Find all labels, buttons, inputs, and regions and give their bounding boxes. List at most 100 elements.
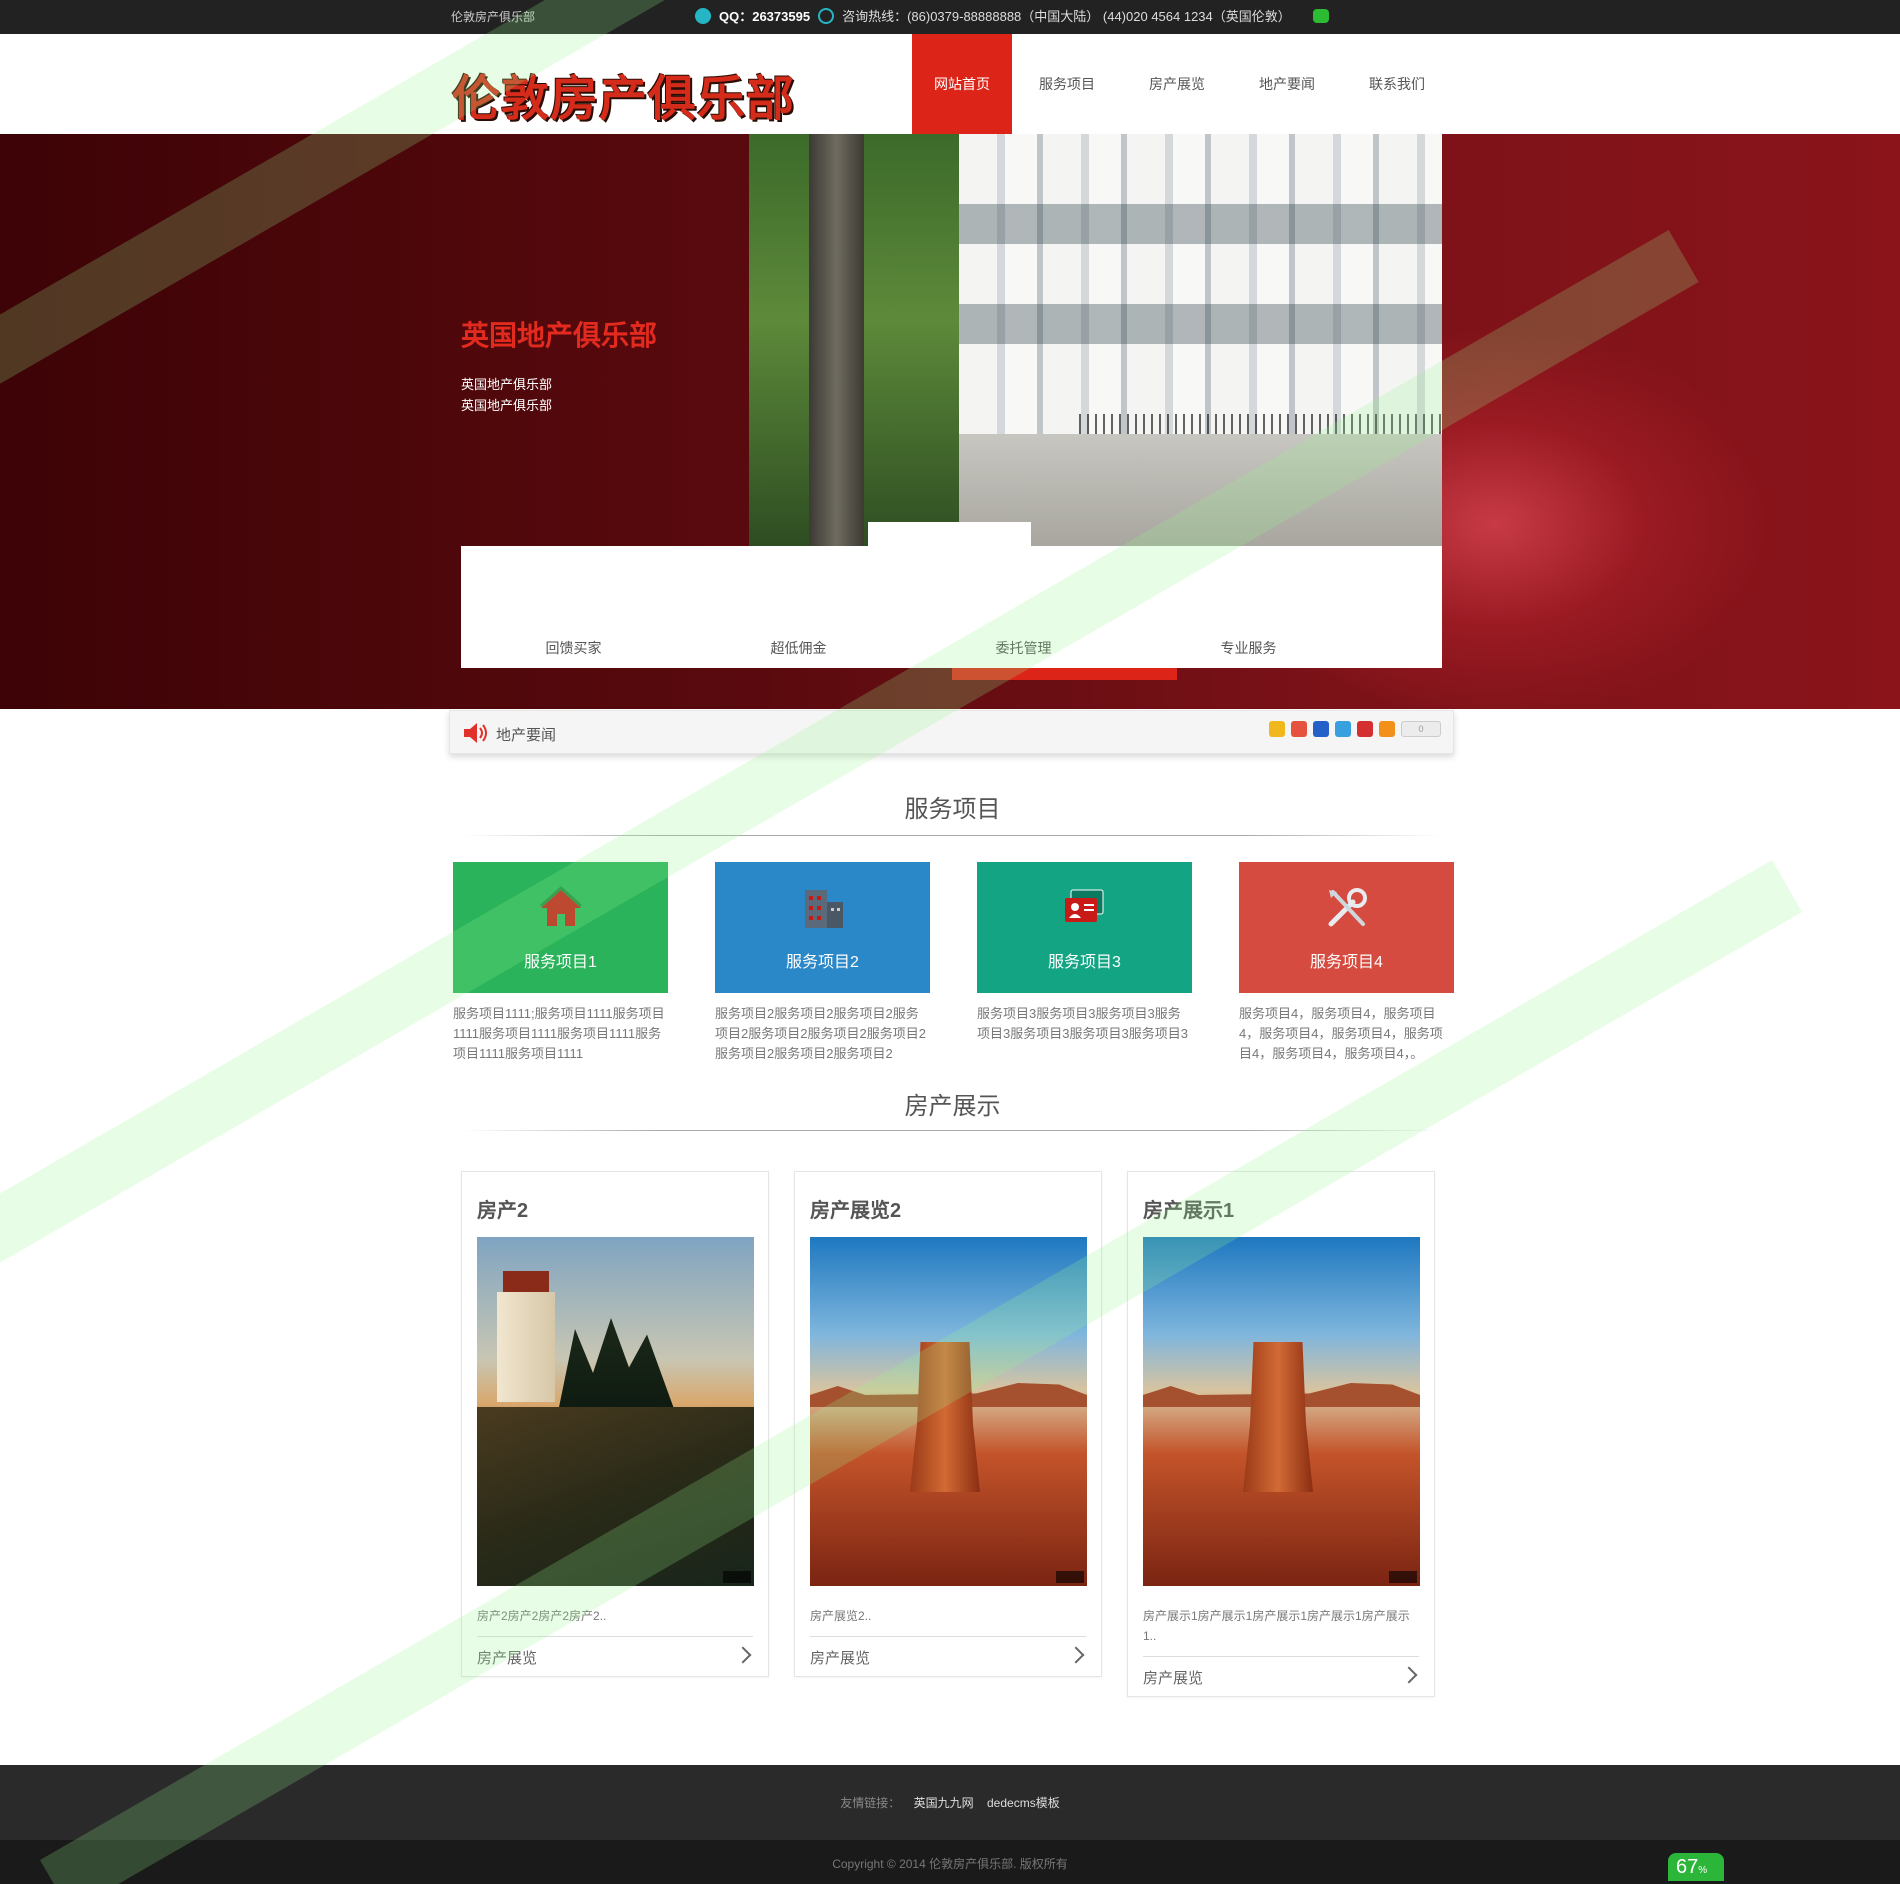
service-label: 服务项目1 — [524, 954, 597, 971]
photo-mesa — [910, 1342, 980, 1492]
renren-icon[interactable] — [1357, 721, 1373, 737]
qq-number[interactable]: QQ：26373595 — [719, 6, 810, 25]
property-card-title[interactable]: 房产展示1 — [1143, 1194, 1434, 1223]
top-bar-site-name: 伦敦房产俱乐部 — [451, 10, 536, 24]
feature-tabs: 回馈买家 超低佣金 委托管理 专业服务 — [461, 628, 1442, 668]
lighthouse-photo[interactable] — [477, 1237, 754, 1586]
property-card-desc: 房产展览2.. — [810, 1609, 872, 1623]
feature-tabs-panel: 回馈买家 超低佣金 委托管理 专业服务 — [461, 546, 1442, 668]
chevron-right-icon[interactable] — [1067, 1646, 1085, 1664]
nav-item-services[interactable]: 服务项目 — [1012, 34, 1122, 134]
property-card-title[interactable]: 房产展览2 — [810, 1194, 1101, 1223]
house-icon — [539, 885, 582, 926]
property-card-footer[interactable]: 房产展览 — [810, 1636, 1086, 1676]
photo-cliff — [477, 1407, 754, 1586]
service-desc-4: 服务项目4，服务项目4，服务项目4，服务项目4，服务项目4，服务项目4，服务项目… — [1239, 1006, 1443, 1061]
friend-links: 友情链接： 英国九九网 dedecms模板 — [0, 1794, 1900, 1811]
friend-links-label: 友情链接： — [840, 1796, 901, 1810]
service-card-2[interactable]: 服务项目2 — [715, 862, 930, 993]
property-card-1[interactable]: 房产2 房产2房产2房产2房产2.. 房产展览 — [461, 1171, 769, 1677]
service-card-1[interactable]: 服务项目1 — [453, 862, 668, 993]
active-feature-indicator — [952, 668, 1177, 680]
property-card-2[interactable]: 房产展览2 房产展览2.. 房产展览 — [794, 1171, 1102, 1677]
service-label: 服务项目2 — [786, 954, 859, 971]
wechat-icon[interactable] — [1312, 8, 1329, 23]
property-card-3[interactable]: 房产展示1 房产展示1房产展示1房产展示1房产展示1房产展示1.. 房产展览 — [1127, 1171, 1435, 1697]
photo-trees — [557, 1318, 677, 1417]
hero-banner: 英国地产俱乐部 英国地产俱乐部 英国地产俱乐部 回馈买家 超低佣金 委托管理 专… — [0, 134, 1900, 709]
copyright-text: Copyright © 2014 伦敦房产俱乐部. 版权所有 — [832, 1857, 1068, 1871]
feature-tab-buyer-rewards[interactable]: 回馈买家 — [461, 628, 686, 668]
banner-sub-line: 英国地产俱乐部 — [461, 398, 553, 413]
service-card-3[interactable]: 服务项目3 — [977, 862, 1192, 993]
banner-house-photo[interactable] — [749, 134, 1442, 546]
footer-copyright-bar: Copyright © 2014 伦敦房产俱乐部. 版权所有 — [0, 1840, 1900, 1884]
share-count: 0 — [1401, 721, 1441, 737]
desert-mesa-photo[interactable] — [1143, 1237, 1420, 1586]
top-bar: 伦敦房产俱乐部 QQ：26373595 咨询热线：(86)0379-888888… — [0, 0, 1900, 34]
banner-title: 英国地产俱乐部 — [461, 320, 658, 351]
qzone-icon[interactable] — [1269, 721, 1285, 737]
photo-watermark — [723, 1571, 751, 1583]
photo-watermark — [1056, 1571, 1084, 1583]
zoom-level-badge[interactable]: 67% — [1668, 1853, 1724, 1881]
photo-mesa — [1243, 1342, 1313, 1492]
feature-tab-low-commission[interactable]: 超低佣金 — [686, 628, 911, 668]
nav-item-contact[interactable]: 联系我们 — [1342, 34, 1452, 134]
property-card-title[interactable]: 房产2 — [477, 1194, 768, 1223]
desert-mesa-photo[interactable] — [810, 1237, 1087, 1586]
property-card-desc: 房产2房产2房产2房产2.. — [477, 1609, 607, 1623]
section-divider — [462, 1130, 1443, 1131]
news-ticker-label[interactable]: 地产要闻 — [496, 724, 556, 745]
feature-tab-managed[interactable]: 委托管理 — [911, 628, 1136, 668]
hotline-text: 咨询热线：(86)0379-88888888（中国大陆） (44)020 456… — [842, 9, 1291, 24]
footer-links-bar: 友情链接： 英国九九网 dedecms模板 — [0, 1765, 1900, 1840]
property-card-footer[interactable]: 房产展览 — [477, 1636, 753, 1676]
banner-sub-line: 英国地产俱乐部 — [461, 377, 553, 392]
tools-icon — [1328, 888, 1367, 927]
lighthouse-tower — [497, 1292, 555, 1402]
weibo-icon[interactable] — [1291, 721, 1307, 737]
zoom-level-unit: % — [1698, 1865, 1708, 1876]
service-label: 服务项目4 — [1310, 954, 1383, 971]
site-header: 伦敦房产俱乐部 网站首页 服务项目 房产展览 地产要闻 联系我们 — [0, 34, 1900, 134]
property-card-link[interactable]: 房产展览 — [1143, 1667, 1203, 1688]
main-nav: 网站首页 服务项目 房产展览 地产要闻 联系我们 — [912, 34, 1452, 134]
service-label: 服务项目3 — [1048, 954, 1121, 971]
banner-subtitle: 英国地产俱乐部 英国地产俱乐部 — [461, 374, 552, 416]
photo-caption-box — [868, 522, 1031, 546]
property-card-link[interactable]: 房产展览 — [477, 1647, 537, 1668]
service-card-4[interactable]: 服务项目4 — [1239, 862, 1454, 993]
chevron-right-icon[interactable] — [1400, 1666, 1418, 1684]
share-bar: 0 — [1269, 721, 1441, 737]
id-card-icon — [1064, 889, 1103, 922]
photo-windows — [959, 174, 1442, 394]
property-card-desc: 房产展示1房产展示1房产展示1房产展示1房产展示1.. — [1143, 1609, 1410, 1643]
feature-tab-professional[interactable]: 专业服务 — [1136, 628, 1361, 668]
photo-watermark — [1389, 1571, 1417, 1583]
service-desc-2: 服务项目2服务项目2服务项目2服务项目2服务项目2服务项目2服务项目2服务项目2… — [715, 1006, 926, 1061]
services-section-title: 服务项目 — [904, 796, 1001, 823]
building-icon — [804, 890, 843, 928]
news-ticker: 地产要闻 0 — [449, 710, 1454, 754]
zoom-level-value: 67 — [1676, 1856, 1699, 1878]
property-card-footer[interactable]: 房产展览 — [1143, 1656, 1419, 1696]
top-bar-contacts: QQ：26373595 咨询热线：(86)0379-88888888（中国大陆）… — [695, 6, 1329, 25]
nav-item-news[interactable]: 地产要闻 — [1232, 34, 1342, 134]
photo-tree-trunk — [809, 134, 864, 546]
friend-link[interactable]: 英国九九网 — [914, 1796, 974, 1810]
phone-icon — [818, 7, 835, 24]
service-desc-3: 服务项目3服务项目3服务项目3服务项目3服务项目3服务项目3服务项目3 — [977, 1006, 1188, 1041]
nav-item-home[interactable]: 网站首页 — [912, 34, 1012, 134]
section-divider — [462, 835, 1443, 836]
chevron-right-icon[interactable] — [734, 1646, 752, 1664]
nav-item-exhibition[interactable]: 房产展览 — [1122, 34, 1232, 134]
baidu-icon[interactable] — [1313, 721, 1329, 737]
friend-link[interactable]: dedecms模板 — [987, 1796, 1060, 1810]
tencent-icon[interactable] — [1335, 721, 1351, 737]
service-desc-1: 服务项目1111;服务项目1111服务项目1111服务项目1111服务项目111… — [453, 1006, 665, 1061]
property-card-link[interactable]: 房产展览 — [810, 1647, 870, 1668]
qq-icon — [695, 7, 711, 24]
more-share-icon[interactable] — [1379, 721, 1395, 737]
site-logo[interactable]: 伦敦房产俱乐部 — [452, 59, 795, 129]
